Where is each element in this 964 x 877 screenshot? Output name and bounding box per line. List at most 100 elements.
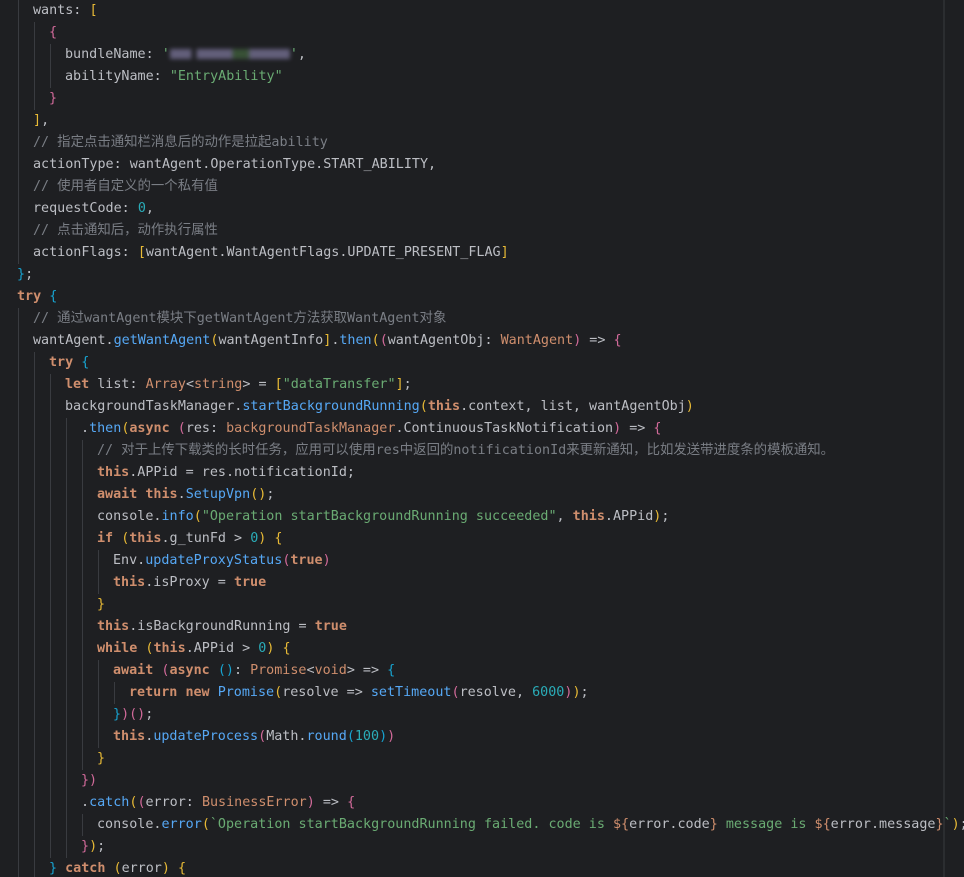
code-token: then (89, 421, 122, 436)
code-line[interactable]: this.isProxy = true (0, 572, 964, 594)
code-token: WantAgent (500, 333, 574, 348)
code-line-content: try { (49, 352, 89, 374)
code-token: { (49, 289, 58, 304)
code-token: ) (121, 707, 130, 722)
code-line[interactable]: // 通过wantAgent模块下getWantAgent方法获取WantAge… (0, 308, 964, 330)
code-line[interactable]: // 使用者自定义的一个私有值 (0, 176, 964, 198)
code-token: this (97, 619, 130, 634)
code-line[interactable]: }); (0, 836, 964, 858)
code-token: .APPid = res.notificationId; (129, 465, 355, 480)
indent-guide (50, 616, 51, 638)
code-token: ( (258, 729, 267, 744)
code-line[interactable]: bundleName: ' ', (0, 44, 964, 66)
indent-guide (66, 836, 67, 858)
code-line[interactable]: if (this.g_tunFd > 0) { (0, 528, 964, 550)
code-line-content: actionFlags: [wantAgent.WantAgentFlags.U… (33, 242, 509, 264)
code-line[interactable]: Env.updateProxyStatus(true) (0, 550, 964, 572)
code-line[interactable]: actionFlags: [wantAgent.WantAgentFlags.U… (0, 242, 964, 264)
indent-guide (66, 814, 67, 836)
code-line[interactable]: }; (0, 264, 964, 286)
code-token: await (113, 663, 162, 678)
code-line[interactable]: } (0, 748, 964, 770)
code-line[interactable]: // 对于上传下载类的长时任务，应用可以使用res中返回的notificatio… (0, 440, 964, 462)
code-line-content: } catch (error) { (49, 858, 186, 877)
code-token: Array (145, 377, 186, 392)
code-line[interactable]: }) (0, 770, 964, 792)
code-line[interactable]: await this.SetupVpn(); (0, 484, 964, 506)
code-line[interactable]: actionType: wantAgent.OperationType.STAR… (0, 154, 964, 176)
code-token: ( (193, 509, 202, 524)
code-line-content: this.isProxy = true (113, 572, 266, 594)
code-line[interactable]: abilityName: "EntryAbility" (0, 66, 964, 88)
code-line[interactable]: try { (0, 352, 964, 374)
indent-guide (18, 528, 19, 550)
code-line[interactable]: } catch (error) { (0, 858, 964, 877)
code-line[interactable]: } (0, 594, 964, 616)
indent-guide (66, 748, 67, 770)
indent-guide (18, 858, 19, 877)
code-token: this (427, 399, 461, 414)
code-line[interactable]: .then(async (res: backgroundTaskManager.… (0, 418, 964, 440)
indent-guide (18, 418, 19, 440)
code-line[interactable]: this.APPid = res.notificationId; (0, 462, 964, 484)
indent-guide (18, 748, 19, 770)
code-line[interactable]: { (0, 22, 964, 44)
code-token: [ (274, 377, 283, 392)
code-line-content: // 对于上传下载类的长时任务，应用可以使用res中返回的notificatio… (97, 440, 834, 462)
code-token: ${ (814, 817, 831, 832)
code-token: wantAgent.WantAgentFlags.UPDATE_PRESENT_… (145, 245, 501, 260)
indent-guide (66, 550, 67, 572)
code-line[interactable]: try { (0, 286, 964, 308)
code-token: ) (613, 421, 622, 436)
indent-guide (34, 44, 35, 66)
code-area[interactable]: wants: [{bundleName: ' ', abilityName: "En… (0, 0, 964, 877)
code-token: } (709, 817, 718, 832)
code-token: info (161, 509, 194, 524)
code-line[interactable]: ], (0, 110, 964, 132)
code-line-content: return new Promise(resolve => setTimeout… (129, 682, 589, 704)
code-line[interactable]: wantAgent.getWantAgent(wantAgentInfo].th… (0, 330, 964, 352)
redacted-text (169, 49, 290, 59)
code-token: ( (113, 861, 122, 876)
code-line[interactable]: console.error(`Operation startBackground… (0, 814, 964, 836)
indent-guide (34, 506, 35, 528)
indent-guide (50, 462, 51, 484)
code-token: , (297, 47, 306, 62)
indent-guide (18, 220, 19, 242)
code-line[interactable]: .catch((error: BusinessError) => { (0, 792, 964, 814)
code-line[interactable]: await (async (): Promise<void> => { (0, 660, 964, 682)
indent-guide (34, 682, 35, 704)
code-line[interactable]: })(); (0, 704, 964, 726)
code-line[interactable]: // 点击通知后，动作执行属性 (0, 220, 964, 242)
code-token: `Operation startBackgroundRunning failed… (209, 817, 613, 832)
indent-guide (50, 572, 51, 594)
code-line[interactable]: while (this.APPid > 0) { (0, 638, 964, 660)
code-line[interactable]: this.updateProcess(Math.round(100)) (0, 726, 964, 748)
code-line[interactable]: wants: [ (0, 0, 964, 22)
indent-guide (82, 572, 83, 594)
code-token: console. (97, 509, 162, 524)
indent-guide (82, 704, 83, 726)
indent-guide (18, 66, 19, 88)
code-token: => (621, 421, 654, 436)
indent-guide (18, 374, 19, 396)
code-line[interactable]: return new Promise(resolve => setTimeout… (0, 682, 964, 704)
code-token: ; (661, 509, 670, 524)
indent-guide (50, 748, 51, 770)
code-line[interactable]: this.isBackgroundRunning = true (0, 616, 964, 638)
code-token: ( (137, 795, 146, 810)
code-token: getWantAgent (113, 333, 211, 348)
code-line[interactable]: } (0, 88, 964, 110)
code-line[interactable]: backgroundTaskManager.startBackgroundRun… (0, 396, 964, 418)
indent-guide (82, 528, 83, 550)
code-line[interactable]: console.info("Operation startBackgroundR… (0, 506, 964, 528)
code-line[interactable]: requestCode: 0, (0, 198, 964, 220)
code-token: () (129, 707, 146, 722)
indent-guide (82, 484, 83, 506)
code-line[interactable]: // 指定点击通知栏消息后的动作是拉起ability (0, 132, 964, 154)
indent-guide (34, 814, 35, 836)
code-token: ' (289, 47, 298, 62)
code-editor[interactable]: wants: [{bundleName: ' ', abilityName: "En… (0, 0, 964, 877)
indent-guide (98, 660, 99, 682)
code-line[interactable]: let list: Array<string> = ["dataTransfer… (0, 374, 964, 396)
